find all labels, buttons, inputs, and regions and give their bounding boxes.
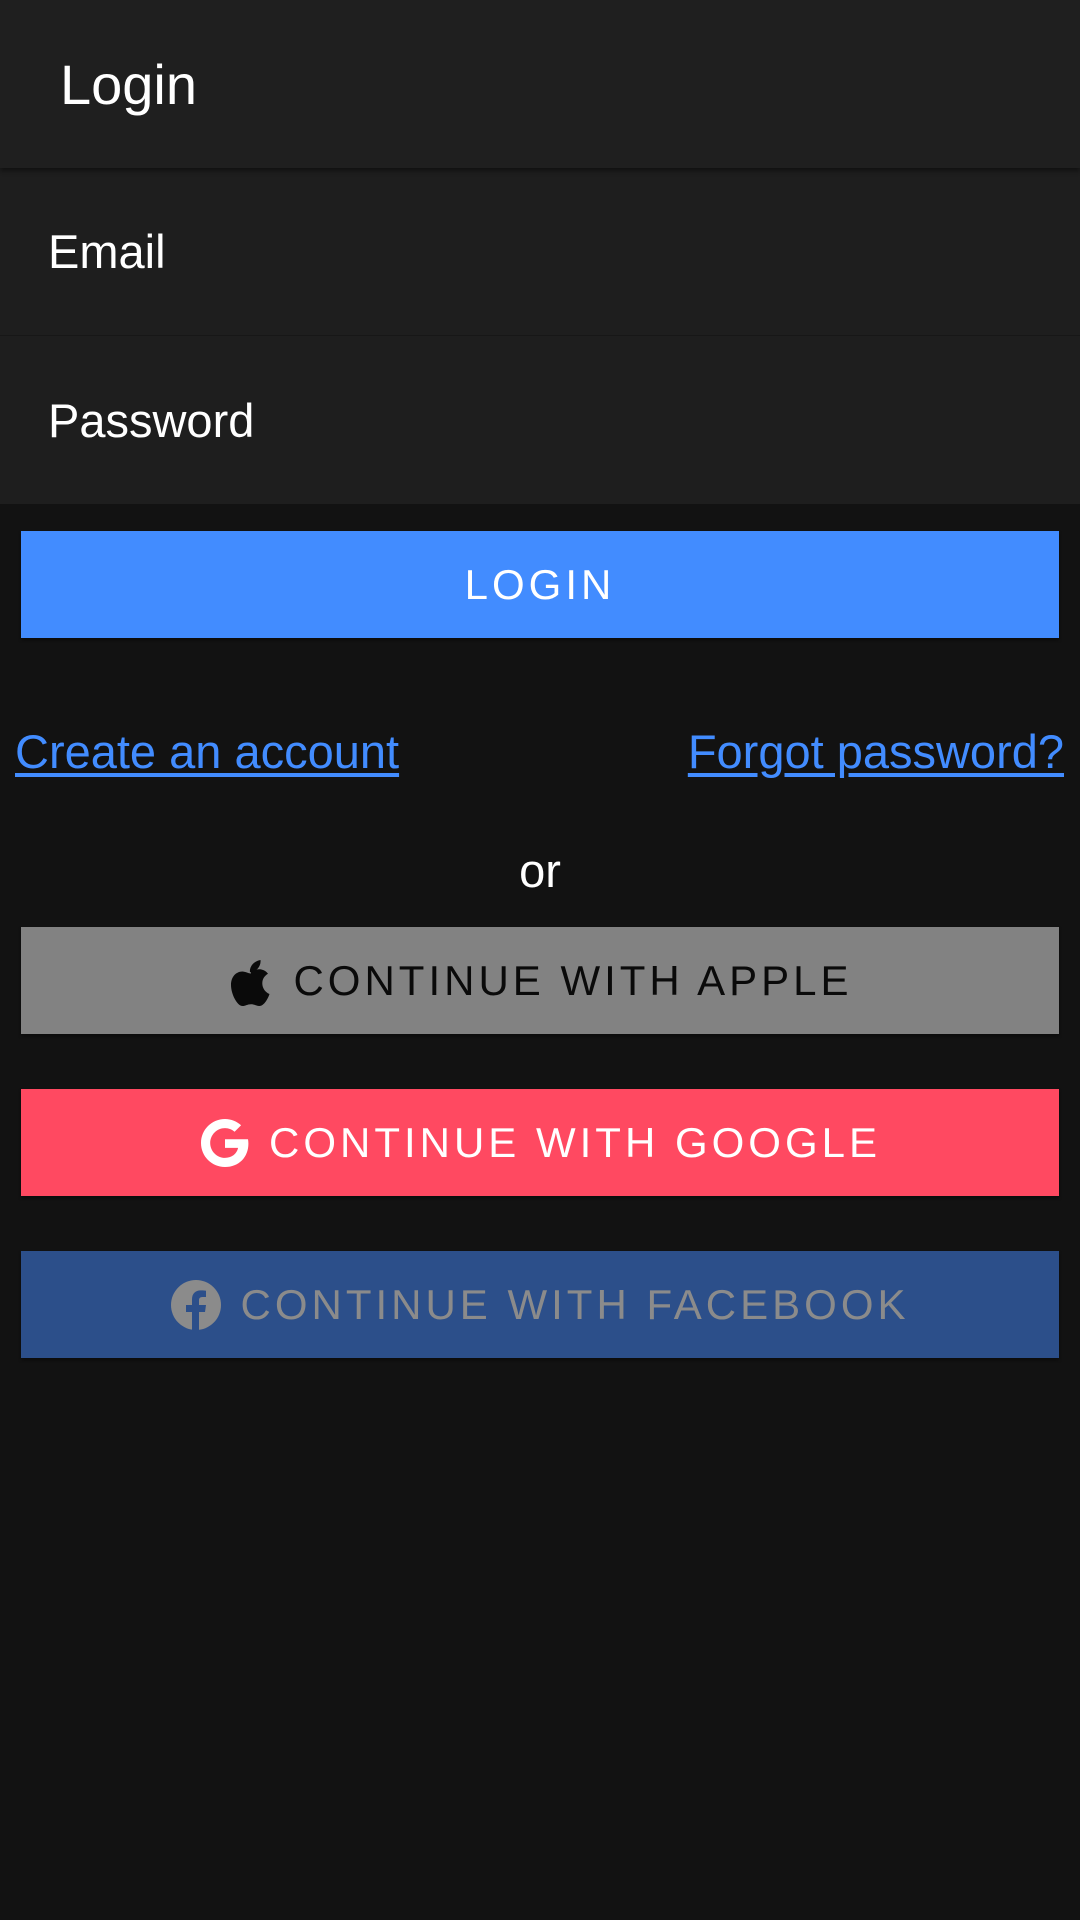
google-icon [199, 1117, 251, 1169]
email-field[interactable]: Email [0, 168, 1080, 336]
google-button-label: CONTINUE WITH GOOGLE [268, 1118, 881, 1166]
password-label: Password [48, 393, 255, 447]
app-bar: Login [0, 0, 1080, 168]
or-divider: or [519, 844, 561, 897]
forgot-password-link[interactable]: Forgot password? [688, 724, 1064, 779]
create-account-link[interactable]: Create an account [15, 724, 399, 779]
continue-with-google-button[interactable]: CONTINUE WITH GOOGLE [21, 1089, 1059, 1196]
facebook-button-label: CONTINUE WITH FACEBOOK [240, 1280, 910, 1328]
login-button[interactable]: LOGIN [21, 531, 1059, 638]
page-title: Login [60, 52, 198, 116]
email-label: Email [48, 225, 166, 278]
apple-icon [227, 955, 275, 1007]
login-button-label: LOGIN [464, 560, 616, 608]
apple-button-label: CONTINUE WITH APPLE [293, 956, 853, 1004]
continue-with-facebook-button[interactable]: CONTINUE WITH FACEBOOK [21, 1251, 1059, 1358]
continue-with-apple-button[interactable]: CONTINUE WITH APPLE [21, 927, 1059, 1034]
password-field[interactable]: Password [0, 336, 1080, 504]
facebook-icon [170, 1279, 222, 1331]
